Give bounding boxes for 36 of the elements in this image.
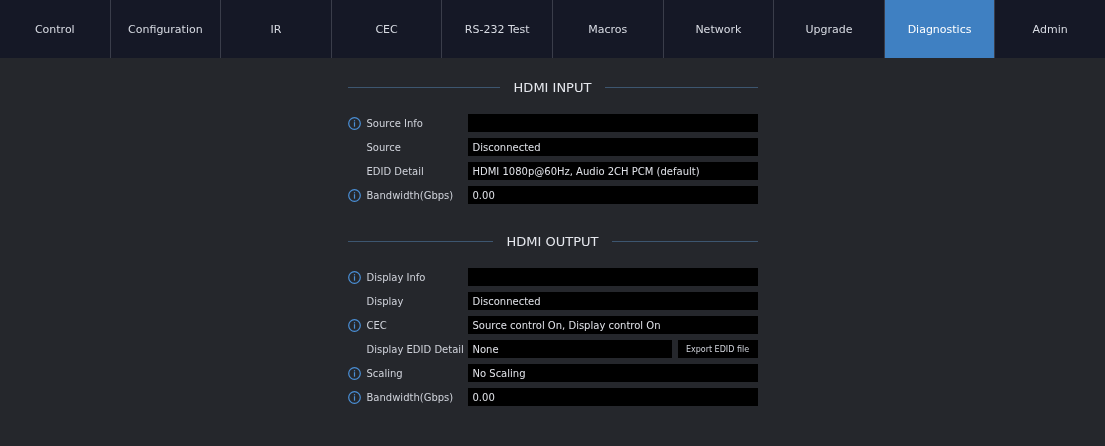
- value-field: Source control On, Display control On: [467, 316, 758, 334]
- nav-tab[interactable]: IR: [221, 0, 332, 58]
- nav-tab[interactable]: Diagnostics: [884, 0, 996, 58]
- nav-tab[interactable]: Configuration: [110, 0, 222, 58]
- field-label: Source Info: [366, 117, 423, 129]
- nav-tab[interactable]: Macros: [552, 0, 664, 58]
- export-button[interactable]: Export EDID file: [677, 340, 758, 358]
- nav-tab[interactable]: Control: [0, 0, 111, 58]
- field-label: Bandwidth(Gbps): [366, 189, 454, 201]
- nav-tab[interactable]: CEC: [331, 0, 443, 58]
- field-label: Scaling: [366, 367, 403, 379]
- section-title: HDMI OUTPUT: [506, 233, 599, 249]
- value-field: None: [467, 340, 672, 358]
- info-icon[interactable]: [347, 188, 361, 202]
- value-field: 0.00: [467, 186, 758, 204]
- field-label: Display: [366, 295, 404, 307]
- info-icon[interactable]: [347, 366, 361, 380]
- section-title: HDMI INPUT: [513, 79, 592, 95]
- value-field: No Scaling: [467, 364, 758, 382]
- field-label: CEC: [366, 319, 387, 331]
- info-icon[interactable]: [347, 318, 361, 332]
- nav-tab[interactable]: Network: [663, 0, 775, 58]
- info-icon[interactable]: [347, 116, 361, 130]
- value-field: HDMI 1080p@60Hz, Audio 2CH PCM (default): [467, 162, 758, 180]
- field-label: Display Info: [366, 271, 426, 283]
- value-field: Disconnected: [467, 138, 758, 156]
- info-icon[interactable]: [347, 390, 361, 404]
- nav-tab[interactable]: Admin: [995, 0, 1105, 58]
- field-label: EDID Detail: [366, 165, 424, 177]
- info-icon[interactable]: [347, 270, 361, 284]
- field-label: Bandwidth(Gbps): [366, 391, 454, 403]
- field-label: Source: [366, 141, 401, 153]
- nav-tab[interactable]: RS-232 Test: [442, 0, 553, 58]
- field-label: Display EDID Detail: [366, 343, 464, 355]
- value-field: 0.00: [467, 388, 758, 406]
- value-field: Disconnected: [467, 292, 758, 310]
